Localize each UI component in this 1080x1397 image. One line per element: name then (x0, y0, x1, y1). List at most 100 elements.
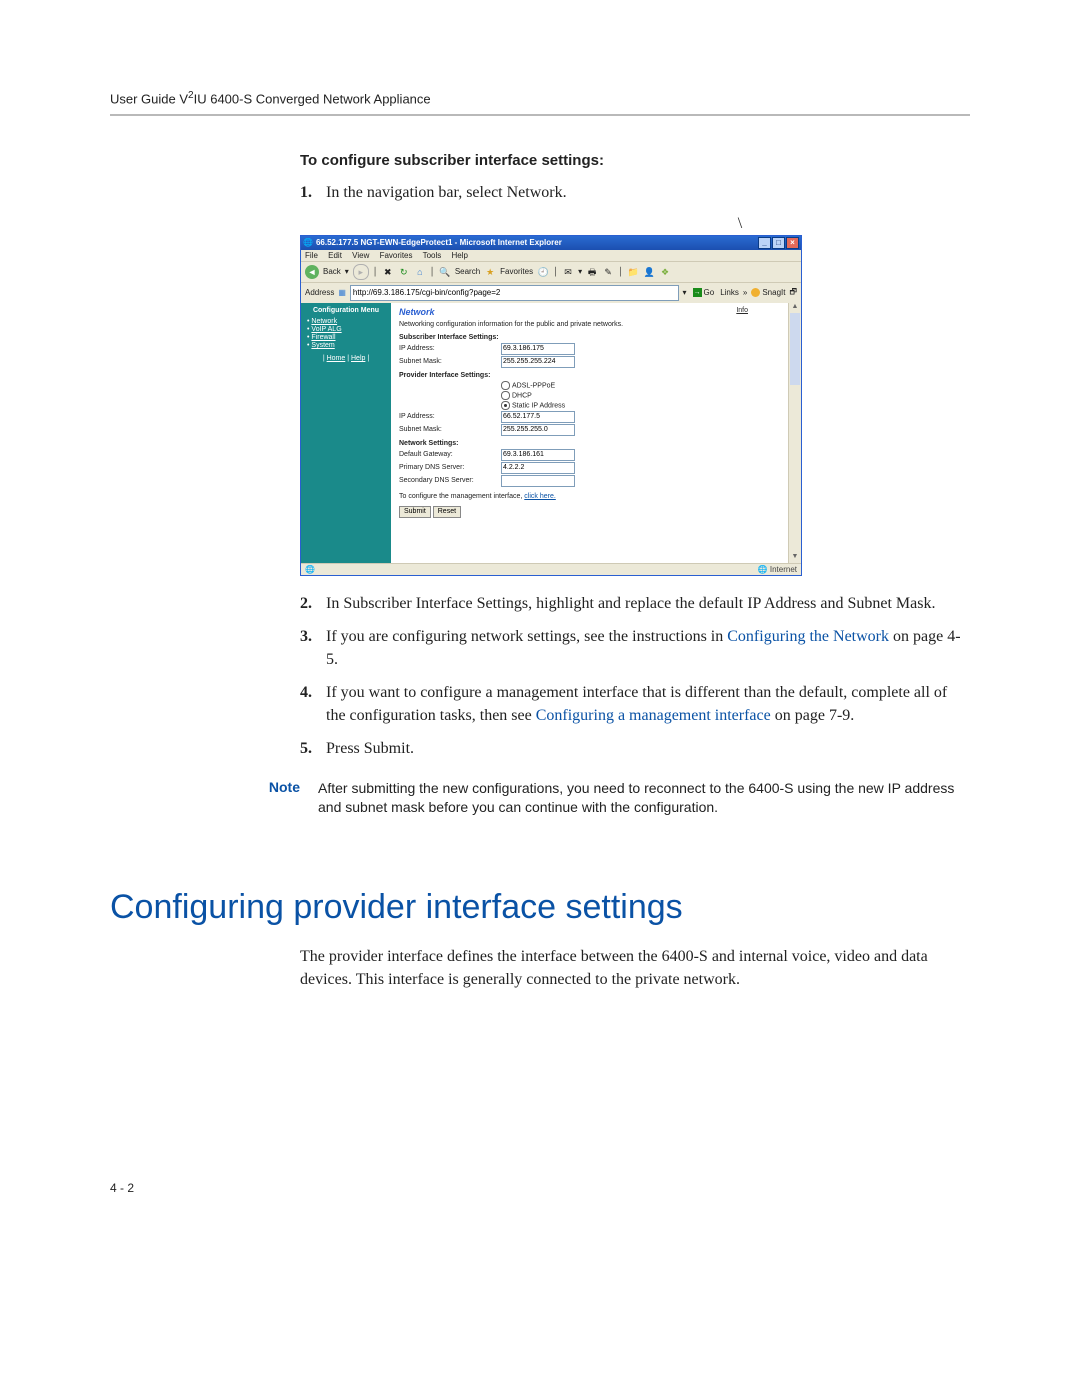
mail-dropdown-icon[interactable]: ▾ (578, 267, 582, 276)
extra-icon[interactable]: ❖ (659, 266, 671, 278)
configuring-network-link[interactable]: Configuring the Network (727, 628, 889, 645)
note-label: Note (230, 779, 318, 818)
maximize-button[interactable]: □ (772, 237, 785, 249)
step-3: 3. If you are configuring network settin… (300, 625, 970, 671)
input-gateway[interactable] (501, 449, 575, 461)
step-number: 5. (300, 737, 326, 760)
history-icon[interactable]: 🕘 (537, 266, 549, 278)
separator: │ (618, 267, 623, 276)
menubar[interactable]: File Edit View Favorites Tools Help (301, 250, 801, 261)
step-2: 2. In Subscriber Interface Settings, hig… (300, 592, 970, 615)
messenger-icon[interactable]: 👤 (643, 266, 655, 278)
scroll-thumb[interactable] (790, 313, 800, 385)
row-sub-mask: Subnet Mask: (399, 356, 780, 368)
separator: │ (553, 267, 558, 276)
step-body: Press Submit. (326, 737, 970, 760)
section-paragraph: The provider interface defines the inter… (300, 945, 970, 991)
radio-dhcp[interactable] (501, 391, 510, 400)
input-sub-ip[interactable] (501, 343, 575, 355)
step-1: 1. In the navigation bar, select Network… (300, 181, 970, 204)
sidebar-title: Configuration Menu (305, 307, 387, 315)
label-prov-ip: IP Address: (399, 413, 501, 420)
sidebar-item-network[interactable]: Network (311, 318, 337, 325)
menu-file[interactable]: File (305, 251, 318, 260)
radio-static-label: Static IP Address (512, 402, 565, 409)
snagit-button[interactable]: SnagIt (751, 288, 785, 297)
favorites-label[interactable]: Favorites (500, 267, 533, 276)
procedure-heading: To configure subscriber interface settin… (300, 152, 970, 169)
search-label[interactable]: Search (455, 267, 480, 276)
print-icon[interactable]: 🖶 (586, 266, 598, 278)
step-5: 5. Press Submit. (300, 737, 970, 760)
mgmt-click-here-link[interactable]: click here. (524, 493, 556, 500)
step-body: In Subscriber Interface Settings, highli… (326, 592, 970, 615)
step-number: 3. (300, 625, 326, 671)
address-input[interactable] (350, 285, 679, 301)
row-radio-adsl: ADSL-PPPoE (399, 381, 780, 390)
back-label: Back (323, 267, 341, 276)
input-prov-ip[interactable] (501, 411, 575, 423)
label-gateway: Default Gateway: (399, 451, 501, 458)
forward-button[interactable]: ▸ (353, 264, 369, 280)
input-sub-mask[interactable] (501, 356, 575, 368)
folder-icon[interactable]: 📁 (627, 266, 639, 278)
edit-icon[interactable]: ✎ (602, 266, 614, 278)
snagit-extra-icon[interactable]: 🗗 (789, 286, 797, 300)
provider-group-label: Provider Interface Settings: (399, 372, 780, 379)
submit-button[interactable]: Submit (399, 506, 431, 518)
vertical-scrollbar[interactable]: ▲ ▼ (788, 303, 801, 563)
menu-favorites[interactable]: Favorites (380, 251, 413, 260)
radio-adsl-label: ADSL-PPPoE (512, 382, 555, 389)
home-icon[interactable]: ⌂ (414, 266, 426, 278)
row-radio-dhcp: DHCP (399, 391, 780, 400)
minimize-button[interactable]: _ (758, 237, 771, 249)
sidebar-item-voip-alg[interactable]: VoIP ALG (311, 326, 341, 333)
stray-backslash: \ (510, 215, 970, 233)
address-dropdown-icon[interactable]: ▾ (683, 288, 687, 297)
info-link[interactable]: Info (736, 307, 748, 314)
radio-adsl[interactable] (501, 381, 510, 390)
sidebar-home-link[interactable]: Home (327, 355, 346, 362)
sidebar-item-system[interactable]: System (311, 342, 334, 349)
back-dropdown-icon[interactable]: ▾ (345, 267, 349, 276)
radio-dhcp-label: DHCP (512, 392, 532, 399)
input-dns1[interactable] (501, 462, 575, 474)
step-number: 1. (300, 181, 326, 204)
input-prov-mask[interactable] (501, 424, 575, 436)
reset-button[interactable]: Reset (433, 506, 461, 518)
row-radio-static: Static IP Address (399, 401, 780, 410)
menu-help[interactable]: Help (452, 251, 468, 260)
links-chevron-icon[interactable]: » (743, 288, 747, 297)
radio-static[interactable] (501, 401, 510, 410)
back-button[interactable]: ◄ (305, 265, 319, 279)
links-label[interactable]: Links (720, 288, 739, 297)
row-prov-ip: IP Address: (399, 411, 780, 423)
embedded-screenshot: 🌐 66.52.177.5 NGT-EWN-EdgeProtect1 - Mic… (300, 235, 802, 576)
mgmt-interface-line: To configure the management interface, c… (399, 493, 780, 500)
window-title-text: 66.52.177.5 NGT-EWN-EdgeProtect1 - Micro… (316, 238, 562, 247)
sidebar-item-firewall[interactable]: Firewall (311, 334, 335, 341)
scroll-down-arrow[interactable]: ▼ (789, 553, 801, 563)
configuring-mgmt-interface-link[interactable]: Configuring a management interface (536, 707, 771, 724)
row-sub-ip: IP Address: (399, 343, 780, 355)
row-dns2: Secondary DNS Server: (399, 475, 780, 487)
search-icon[interactable]: 🔍 (439, 266, 451, 278)
label-dns2: Secondary DNS Server: (399, 477, 501, 484)
label-prov-mask: Subnet Mask: (399, 426, 501, 433)
network-settings-group-label: Network Settings: (399, 440, 780, 447)
sidebar-help-link[interactable]: Help (351, 355, 365, 362)
go-button[interactable]: →Go (691, 288, 717, 297)
menu-view[interactable]: View (352, 251, 369, 260)
menu-edit[interactable]: Edit (328, 251, 342, 260)
stop-icon[interactable]: ✖ (382, 266, 394, 278)
favorites-icon[interactable]: ★ (484, 266, 496, 278)
panel-description: Networking configuration information for… (399, 321, 780, 328)
label-sub-ip: IP Address: (399, 345, 501, 352)
mail-icon[interactable]: ✉ (562, 266, 574, 278)
input-dns2[interactable] (501, 475, 575, 487)
scroll-up-arrow[interactable]: ▲ (789, 303, 801, 313)
refresh-icon[interactable]: ↻ (398, 266, 410, 278)
menu-tools[interactable]: Tools (423, 251, 442, 260)
step-number: 2. (300, 592, 326, 615)
close-button[interactable]: × (786, 237, 799, 249)
